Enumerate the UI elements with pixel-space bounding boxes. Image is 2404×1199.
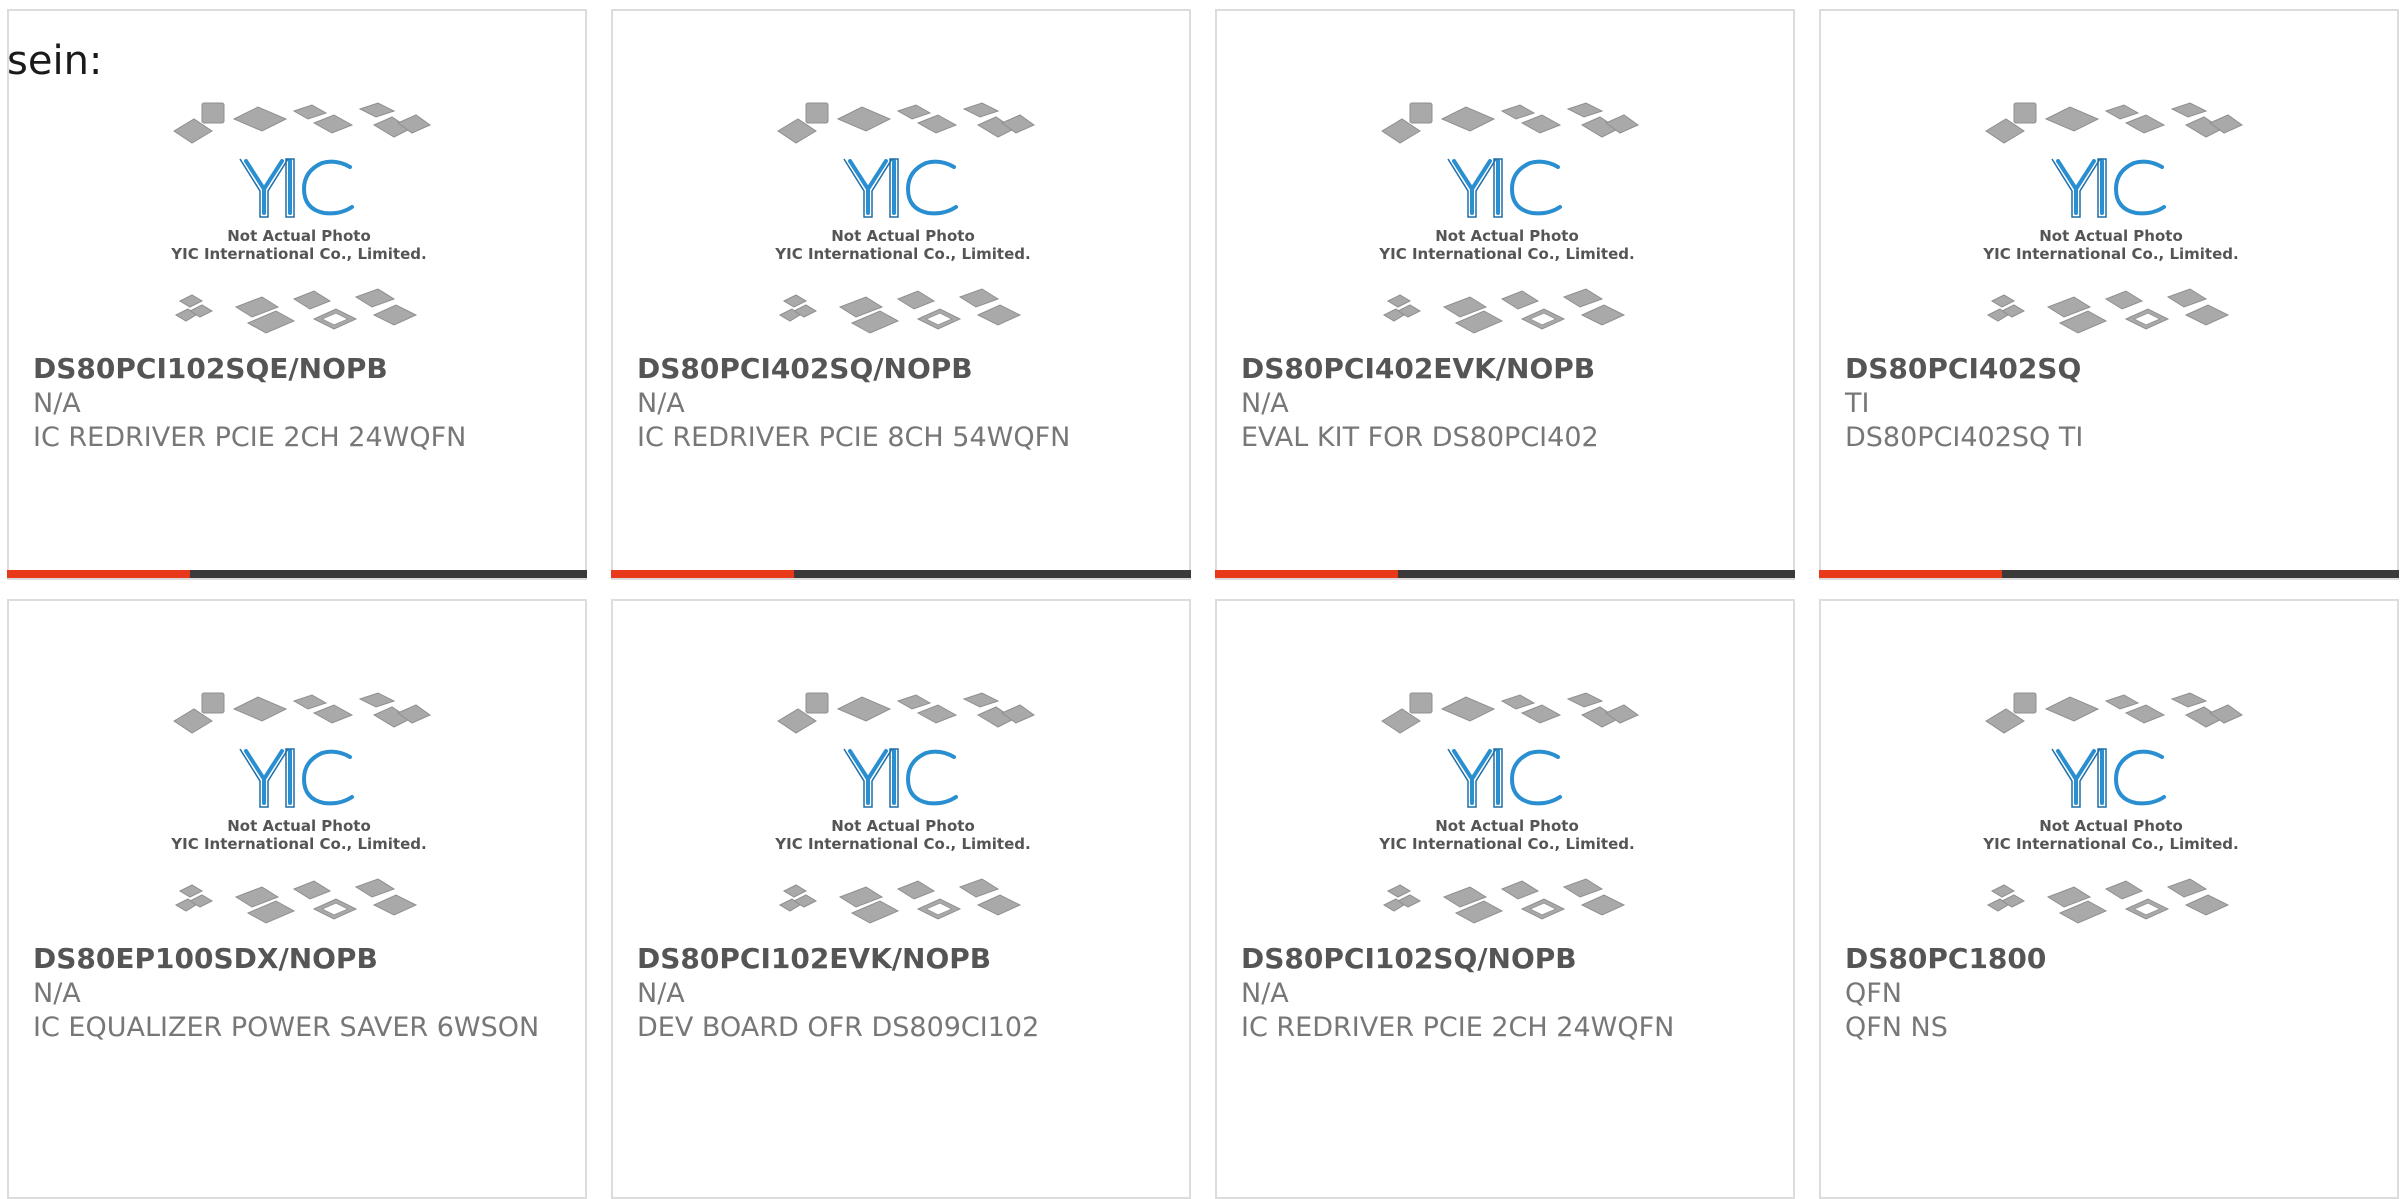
product-info: DS80PCI102SQE/NOPB N/A IC REDRIVER PCIE … [33,351,561,455]
product-description: EVAL KIT FOR DS80PCI402 [1241,422,1599,453]
product-photo-placeholder-icon [164,101,434,341]
product-photo-placeholder-icon [164,691,434,931]
product-description: QFN NS [1845,1012,1948,1043]
product-card[interactable]: DS80PCI102SQE/NOPB N/A IC REDRIVER PCIE … [7,9,587,580]
product-manufacturer: N/A [637,388,685,419]
product-card[interactable]: DS80PCI102SQ/NOPB N/A IC REDRIVER PCIE 2… [1215,599,1795,1199]
product-info: DS80PCI102EVK/NOPB N/A DEV BOARD OFR DS8… [637,941,1165,1045]
product-card[interactable]: DS80EP100SDX/NOPB N/A IC EQUALIZER POWER… [7,599,587,1199]
product-manufacturer: TI [1845,388,1870,419]
product-info: DS80PCI402EVK/NOPB N/A EVAL KIT FOR DS80… [1241,351,1769,455]
product-photo-placeholder-icon [768,691,1038,931]
card-accent-bar [611,570,1191,578]
product-card[interactable]: DS80PC1800 QFN QFN NS [1819,599,2399,1199]
product-grid: DS80PCI102SQE/NOPB N/A IC REDRIVER PCIE … [7,9,2399,1199]
product-photo-placeholder-icon [1976,101,2246,341]
product-photo-placeholder-icon [768,101,1038,341]
product-part-number[interactable]: DS80PCI102SQ/NOPB [1241,941,1769,977]
product-part-number[interactable]: DS80PC1800 [1845,941,2373,977]
product-description: DS80PCI402SQ TI [1845,422,2084,453]
section-heading: sein: [7,38,103,84]
product-part-number[interactable]: DS80PCI102EVK/NOPB [637,941,1165,977]
product-photo-placeholder-icon [1976,691,2246,931]
product-photo-placeholder-icon [1372,691,1642,931]
product-info: DS80PCI402SQ TI DS80PCI402SQ TI [1845,351,2373,455]
product-card[interactable]: DS80PCI102EVK/NOPB N/A DEV BOARD OFR DS8… [611,599,1191,1199]
product-manufacturer: QFN [1845,978,1902,1009]
card-accent-bar [1819,570,2399,578]
product-info: DS80EP100SDX/NOPB N/A IC EQUALIZER POWER… [33,941,561,1045]
product-part-number[interactable]: DS80EP100SDX/NOPB [33,941,561,977]
product-part-number[interactable]: DS80PCI402SQ [1845,351,2373,387]
product-part-number[interactable]: DS80PCI402EVK/NOPB [1241,351,1769,387]
product-card[interactable]: DS80PCI402EVK/NOPB N/A EVAL KIT FOR DS80… [1215,9,1795,580]
product-description: DEV BOARD OFR DS809CI102 [637,1012,1040,1043]
card-accent-bar [7,570,587,578]
product-manufacturer: N/A [1241,978,1289,1009]
product-part-number[interactable]: DS80PCI102SQE/NOPB [33,351,561,387]
product-info: DS80PCI102SQ/NOPB N/A IC REDRIVER PCIE 2… [1241,941,1769,1045]
product-manufacturer: N/A [33,978,81,1009]
product-description: IC REDRIVER PCIE 2CH 24WQFN [1241,1012,1675,1043]
product-description: IC EQUALIZER POWER SAVER 6WSON [33,1012,540,1043]
product-card[interactable]: DS80PCI402SQ TI DS80PCI402SQ TI [1819,9,2399,580]
product-description: IC REDRIVER PCIE 2CH 24WQFN [33,422,467,453]
product-manufacturer: N/A [1241,388,1289,419]
product-manufacturer: N/A [637,978,685,1009]
product-manufacturer: N/A [33,388,81,419]
card-accent-bar [1215,570,1795,578]
product-info: DS80PC1800 QFN QFN NS [1845,941,2373,1045]
product-part-number[interactable]: DS80PCI402SQ/NOPB [637,351,1165,387]
product-photo-placeholder-icon [1372,101,1642,341]
product-info: DS80PCI402SQ/NOPB N/A IC REDRIVER PCIE 8… [637,351,1165,455]
product-description: IC REDRIVER PCIE 8CH 54WQFN [637,422,1071,453]
product-card[interactable]: DS80PCI402SQ/NOPB N/A IC REDRIVER PCIE 8… [611,9,1191,580]
